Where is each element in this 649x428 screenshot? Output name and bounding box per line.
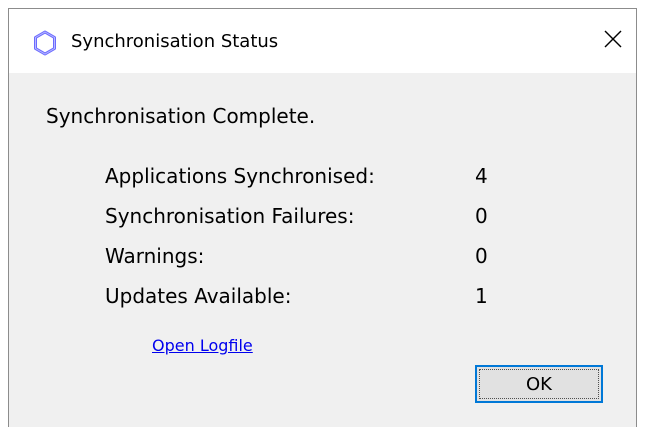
open-logfile-link[interactable]: Open Logfile	[152, 336, 253, 356]
stat-label: Applications Synchronised:	[105, 164, 375, 188]
close-icon	[604, 30, 622, 52]
focus-rectangle	[479, 369, 599, 399]
status-heading: Synchronisation Complete.	[46, 104, 316, 128]
window-title: Synchronisation Status	[71, 31, 279, 52]
stat-label: Synchronisation Failures:	[105, 204, 355, 228]
sync-status-dialog: Synchronisation Status Synchronisation C…	[8, 8, 637, 427]
close-button[interactable]	[590, 9, 636, 73]
stat-value: 0	[475, 244, 488, 268]
title-bar[interactable]: Synchronisation Status	[9, 9, 636, 73]
stat-value: 1	[475, 284, 488, 308]
stat-label: Warnings:	[105, 244, 205, 268]
stat-value: 0	[475, 204, 488, 228]
stat-label: Updates Available:	[105, 284, 292, 308]
dialog-body: Synchronisation Complete. Applications S…	[9, 73, 636, 428]
hexagon-ring-icon	[32, 30, 58, 56]
ok-button[interactable]: OK	[475, 365, 603, 403]
stat-value: 4	[475, 164, 488, 188]
